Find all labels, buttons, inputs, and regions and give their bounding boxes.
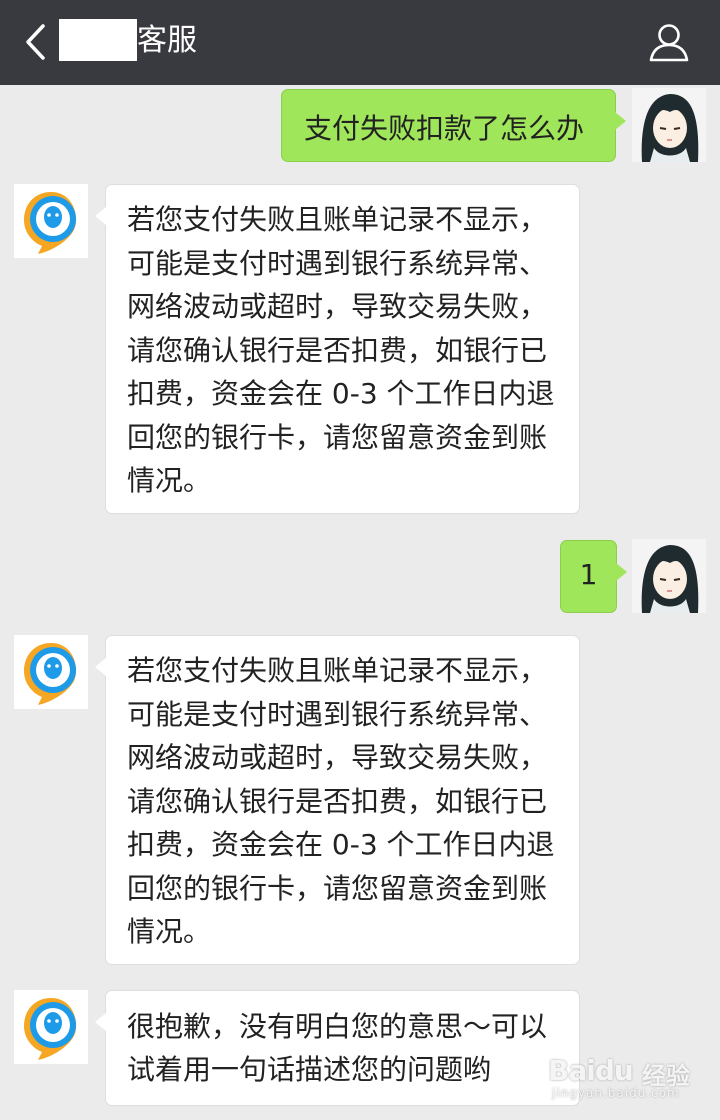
person-icon xyxy=(649,24,689,62)
profile-button[interactable] xyxy=(646,20,692,66)
top-bar: 客服 xyxy=(0,0,720,85)
bubble-tail xyxy=(95,1013,106,1031)
service-avatar[interactable] xyxy=(14,635,88,709)
anime-avatar-image xyxy=(632,88,706,162)
back-button[interactable] xyxy=(18,20,58,64)
bubble-tail xyxy=(95,658,106,676)
service-bot-icon xyxy=(14,635,88,709)
service-bot-icon xyxy=(14,184,88,258)
message-text: 支付失败扣款了怎么办 xyxy=(304,112,585,145)
page-title: 客服 xyxy=(137,23,197,58)
watermark-logo: Baidu xyxy=(548,1054,634,1087)
service-avatar[interactable] xyxy=(14,990,88,1064)
watermark-url: jingyan.baidu.com xyxy=(552,1086,680,1100)
service-bot-icon xyxy=(14,990,88,1064)
service-message-bubble[interactable]: 若您支付失败且账单记录不显示，可能是支付时遇到银行系统异常、网络波动或超时，导致… xyxy=(95,635,580,965)
chevron-left-icon xyxy=(26,24,45,60)
bubble-tail xyxy=(616,563,627,581)
service-avatar[interactable] xyxy=(14,184,88,258)
baidu-jingyan-watermark: Baidu 经验 jingyan.baidu.com xyxy=(548,1050,708,1102)
message-text: 很抱歉，没有明白您的意思～可以试着用一句话描述您的问题哟 xyxy=(127,1010,548,1086)
bubble-tail xyxy=(95,207,106,225)
service-message-bubble[interactable]: 很抱歉，没有明白您的意思～可以试着用一句话描述您的问题哟 xyxy=(95,990,580,1106)
message-text: 1 xyxy=(579,558,598,591)
user-avatar[interactable] xyxy=(632,539,706,613)
message-text: 若您支付失败且账单记录不显示，可能是支付时遇到银行系统异常、网络波动或超时，导致… xyxy=(127,654,555,948)
user-message-bubble[interactable]: 支付失败扣款了怎么办 xyxy=(281,89,626,162)
service-message-bubble[interactable]: 若您支付失败且账单记录不显示，可能是支付时遇到银行系统异常、网络波动或超时，导致… xyxy=(95,184,580,514)
user-avatar[interactable] xyxy=(632,88,706,162)
message-text: 若您支付失败且账单记录不显示，可能是支付时遇到银行系统异常、网络波动或超时，导致… xyxy=(127,203,555,497)
redacted-name xyxy=(59,19,137,61)
anime-avatar-image xyxy=(632,539,706,613)
bubble-tail xyxy=(615,112,626,130)
user-message-bubble[interactable]: 1 xyxy=(560,540,627,613)
